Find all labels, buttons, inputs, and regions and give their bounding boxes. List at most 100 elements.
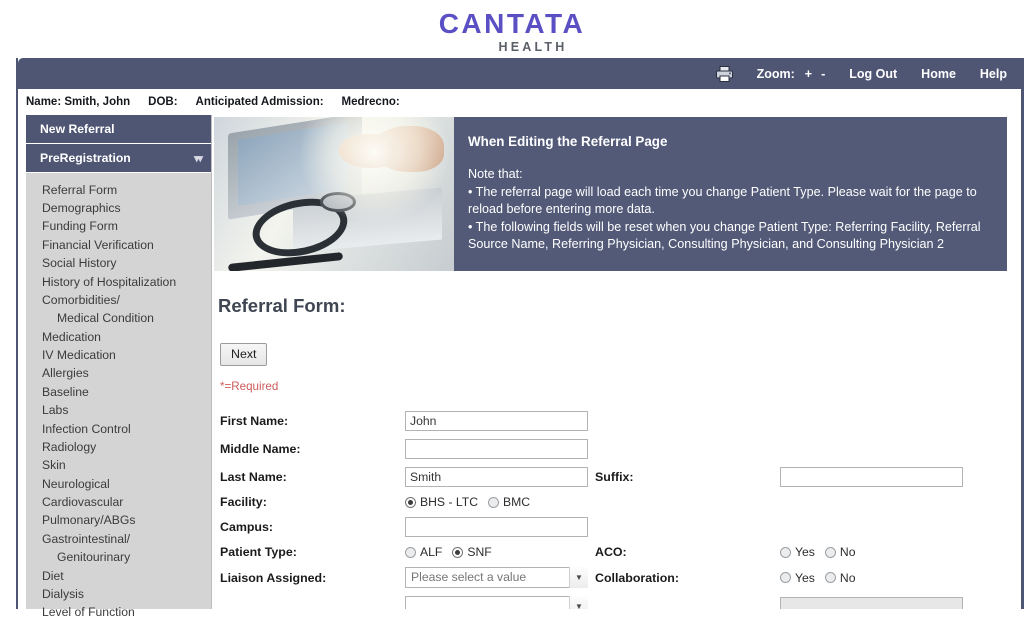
sidebar-item-pulmonary-abgs[interactable]: Pulmonary/ABGs	[26, 512, 211, 530]
sidebar-item-cardiovascular[interactable]: Cardiovascular	[26, 493, 211, 511]
top-navigation-bar: Zoom: + - Log Out Home Help	[18, 58, 1021, 89]
patient-type-radio-group: ALF SNF	[405, 545, 595, 559]
aco-option-label: No	[839, 545, 856, 559]
medrecno-label: Medrecno:	[341, 96, 400, 108]
sidebar-item-referral-form[interactable]: Referral Form	[26, 181, 211, 199]
facility-radio-group: BHS - LTC BMC	[405, 495, 595, 509]
aco-option-label: Yes	[795, 545, 815, 559]
campus-input[interactable]	[405, 517, 588, 537]
facility-option-bmc[interactable]: BMC	[488, 495, 530, 509]
chevron-double-down-icon[interactable]: ▾▾	[194, 152, 203, 165]
sidebar-item-dialysis[interactable]: Dialysis	[26, 585, 211, 603]
home-link[interactable]: Home	[921, 67, 956, 81]
sidebar-item-diet[interactable]: Diet	[26, 567, 211, 585]
radio-icon[interactable]	[824, 546, 836, 558]
patient-type-option-snf[interactable]: SNF	[452, 545, 492, 559]
next-row-select-value[interactable]	[405, 596, 588, 609]
liaison-assigned-value[interactable]: Please select a value	[405, 567, 588, 588]
brand-logo-name: CANTATA	[438, 8, 586, 39]
aco-label: ACO:	[595, 545, 627, 559]
facility-option-bhs-ltc[interactable]: BHS - LTC	[405, 495, 478, 509]
main-content: When Editing the Referral Page Note that…	[212, 115, 1021, 609]
middle-name-label: Middle Name:	[220, 442, 301, 456]
logout-link[interactable]: Log Out	[849, 67, 897, 81]
sidebar-item-social-history[interactable]: Social History	[26, 255, 211, 273]
brand-header: CANTATA HEALTH	[0, 0, 1024, 58]
collaboration-label: Collaboration:	[595, 570, 679, 585]
zoom-in-button[interactable]: +	[805, 67, 812, 81]
application-frame: Zoom: + - Log Out Home Help Name: Smith,…	[16, 58, 1024, 619]
sidebar-item-new-referral[interactable]: New Referral	[26, 115, 211, 144]
info-banner-text: When Editing the Referral Page Note that…	[454, 117, 1007, 271]
sidebar-item-history-of-hospitalization[interactable]: History of Hospitalization	[26, 273, 211, 291]
radio-icon[interactable]	[488, 496, 500, 508]
next-row-select-clipped[interactable]: ▼	[405, 596, 588, 609]
sidebar-item-genitourinary[interactable]: Genitourinary	[26, 549, 211, 567]
last-name-label: Last Name:	[220, 470, 287, 484]
sidebar-item-funding-form[interactable]: Funding Form	[26, 218, 211, 236]
radio-icon[interactable]	[405, 546, 416, 558]
radio-icon[interactable]	[780, 546, 791, 558]
patient-dob-label: DOB:	[148, 96, 178, 108]
sidebar-item-allergies[interactable]: Allergies	[26, 365, 211, 383]
sidebar-item-medical-condition[interactable]: Medical Condition	[26, 310, 211, 328]
sidebar-navigation: New Referral PreRegistration ▾▾ Referral…	[26, 115, 212, 619]
sidebar-item-neurological[interactable]: Neurological	[26, 475, 211, 493]
collaboration-option-label: Yes	[795, 570, 815, 585]
last-name-input[interactable]	[405, 467, 588, 487]
sidebar-item-baseline[interactable]: Baseline	[26, 383, 211, 401]
aco-option-no[interactable]: No	[824, 545, 856, 559]
brand-logo-subtitle: HEALTH	[498, 40, 568, 54]
sidebar-item-medication[interactable]: Medication	[26, 328, 211, 346]
zoom-label: Zoom:	[756, 66, 795, 81]
liaison-assigned-label: Liaison Assigned:	[220, 570, 327, 585]
sidebar-item-comorbidities[interactable]: Comorbidities/	[26, 291, 211, 309]
anticipated-admission-label: Anticipated Admission:	[195, 96, 324, 108]
sidebar-item-radiology[interactable]: Radiology	[26, 438, 211, 456]
radio-icon[interactable]	[452, 546, 464, 558]
aco-radio-group: Yes No	[780, 545, 1021, 559]
chevron-down-icon[interactable]: ▼	[569, 567, 588, 588]
aco-option-yes[interactable]: Yes	[780, 545, 815, 559]
sidebar-item-level-of-function[interactable]: Level of Function	[26, 604, 211, 622]
page-title: Referral Form:	[218, 295, 346, 316]
sidebar-item-list: Referral Form Demographics Funding Form Fin…	[26, 173, 211, 622]
chevron-down-icon[interactable]: ▼	[569, 596, 588, 609]
facility-label: Facility:	[220, 495, 267, 509]
facility-option-label: BMC	[503, 495, 531, 509]
suffix-label: Suffix:	[595, 470, 634, 484]
sidebar-section-label: PreRegistration	[40, 151, 131, 165]
liaison-assigned-select[interactable]: Please select a value ▼	[405, 567, 588, 588]
collaboration-option-yes[interactable]: Yes	[780, 571, 815, 585]
patient-type-label: Patient Type:	[220, 545, 297, 559]
zoom-out-button[interactable]: -	[821, 67, 825, 81]
middle-name-input[interactable]	[405, 439, 588, 459]
sidebar-item-labs[interactable]: Labs	[26, 402, 211, 420]
help-link[interactable]: Help	[980, 67, 1007, 81]
patient-type-option-label: SNF	[467, 545, 492, 559]
campus-label: Campus:	[220, 520, 274, 534]
patient-type-option-alf[interactable]: ALF	[405, 545, 442, 559]
sidebar-section-preregistration[interactable]: PreRegistration ▾▾	[26, 144, 211, 173]
first-name-input[interactable]	[405, 411, 588, 431]
sidebar-item-iv-medication[interactable]: IV Medication	[26, 346, 211, 364]
radio-icon[interactable]	[780, 572, 791, 583]
radio-icon[interactable]	[824, 572, 836, 583]
patient-type-option-label: ALF	[420, 545, 443, 559]
next-button[interactable]: Next	[220, 343, 268, 366]
suffix-input[interactable]	[780, 467, 963, 487]
sidebar-item-financial-verification[interactable]: Financial Verification	[26, 236, 211, 254]
info-banner-title: When Editing the Referral Page	[468, 134, 668, 149]
required-legend: *=Required	[220, 380, 279, 393]
zoom-control: Zoom: + -	[757, 67, 826, 81]
sidebar-item-skin[interactable]: Skin	[26, 457, 211, 475]
printer-icon[interactable]	[715, 64, 735, 83]
sidebar-item-gastrointestinal[interactable]: Gastrointestinal/	[26, 530, 211, 548]
collaboration-option-label: No	[839, 570, 856, 585]
collaboration-option-no[interactable]: No	[824, 570, 856, 585]
sidebar-item-demographics[interactable]: Demographics	[26, 199, 211, 217]
info-banner-intro: Note that:	[468, 167, 523, 181]
sidebar-item-infection-control[interactable]: Infection Control	[26, 420, 211, 438]
radio-icon[interactable]	[405, 496, 416, 508]
facility-option-label: BHS - LTC	[420, 495, 479, 509]
